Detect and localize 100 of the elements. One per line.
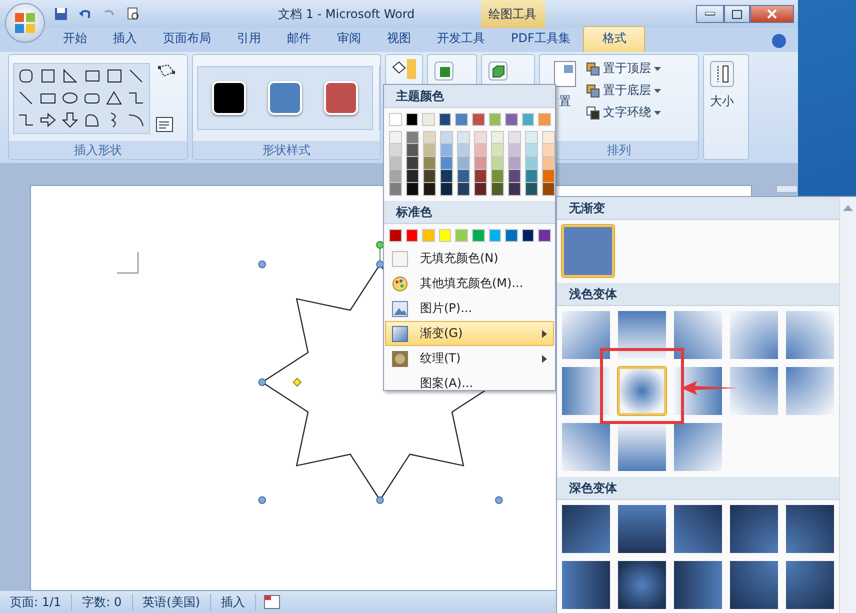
gradient-tile[interactable] [618, 505, 666, 553]
color-swatch[interactable] [505, 113, 518, 126]
gradient-tile[interactable] [786, 561, 834, 609]
color-swatch[interactable] [505, 229, 518, 242]
size-button[interactable]: 大小 [708, 59, 736, 112]
color-swatch[interactable] [438, 113, 452, 126]
ribbon-tab[interactable]: 页面布局 [150, 26, 224, 52]
color-swatch[interactable] [457, 183, 470, 196]
color-swatch[interactable] [440, 131, 453, 144]
arrange-menu-button[interactable]: 置于底层 [584, 81, 663, 100]
color-swatch[interactable] [423, 183, 436, 196]
ribbon-tab[interactable]: PDF工具集 [498, 26, 584, 52]
color-swatch[interactable] [457, 144, 470, 157]
rotation-handle[interactable] [376, 240, 384, 249]
menu-item[interactable]: 渐变(G) [385, 321, 554, 346]
color-swatch[interactable] [525, 131, 538, 144]
style-swatch[interactable] [324, 81, 358, 115]
gradient-tile[interactable] [618, 367, 666, 415]
color-swatch[interactable] [406, 157, 419, 170]
menu-item[interactable]: 其他填充颜色(M)... [385, 271, 554, 296]
color-swatch[interactable] [525, 157, 538, 170]
color-swatch[interactable] [440, 183, 453, 196]
ribbon-tab[interactable]: 开始 [50, 26, 100, 52]
ribbon-tab[interactable]: 插入 [100, 26, 150, 52]
selection-handle[interactable] [258, 496, 266, 504]
color-swatch[interactable] [406, 229, 418, 242]
selection-handle[interactable] [258, 378, 266, 386]
color-swatch[interactable] [438, 229, 452, 242]
color-swatch[interactable] [474, 183, 487, 196]
color-swatch[interactable] [389, 131, 402, 144]
color-swatch[interactable] [525, 183, 538, 196]
color-swatch[interactable] [406, 170, 419, 183]
color-swatch[interactable] [508, 157, 521, 170]
gradient-tile[interactable] [562, 311, 610, 359]
menu-item[interactable]: 无填充颜色(N) [385, 246, 554, 271]
color-swatch[interactable] [508, 170, 521, 183]
color-swatch[interactable] [488, 113, 502, 126]
edit-shape-icon[interactable] [156, 63, 178, 79]
adjustment-handle[interactable] [292, 378, 302, 387]
color-swatch[interactable] [474, 144, 487, 157]
color-swatch[interactable] [457, 170, 470, 183]
color-swatch[interactable] [457, 131, 470, 144]
selection-handle[interactable] [258, 260, 266, 268]
color-swatch[interactable] [455, 113, 468, 126]
color-swatch[interactable] [542, 131, 555, 144]
color-swatch[interactable] [538, 113, 551, 126]
gradient-tile[interactable] [786, 505, 834, 553]
color-swatch[interactable] [522, 229, 534, 242]
shape-icon[interactable] [105, 88, 124, 108]
color-swatch[interactable] [542, 157, 555, 170]
color-swatch[interactable] [406, 113, 418, 126]
gradient-tile[interactable] [786, 367, 834, 415]
color-swatch[interactable] [522, 113, 534, 126]
color-swatch[interactable] [491, 144, 504, 157]
color-swatch[interactable] [440, 170, 453, 183]
menu-item[interactable]: 纹理(T) [385, 346, 554, 371]
gradient-tile[interactable] [674, 561, 722, 609]
color-swatch[interactable] [508, 131, 521, 144]
shape-icon[interactable] [105, 66, 124, 86]
color-swatch[interactable] [542, 144, 555, 157]
color-swatch[interactable] [423, 157, 436, 170]
shapes-gallery[interactable] [13, 62, 150, 134]
color-swatch[interactable] [474, 170, 487, 183]
text-box-icon[interactable] [156, 117, 174, 133]
color-swatch[interactable] [538, 229, 551, 242]
gradient-tile[interactable] [730, 561, 778, 609]
gradient-tile[interactable] [730, 311, 778, 359]
color-swatch[interactable] [472, 113, 485, 126]
color-swatch[interactable] [457, 157, 470, 170]
color-swatch[interactable] [423, 131, 436, 144]
menu-item[interactable]: 图片(P)... [385, 296, 554, 321]
color-swatch[interactable] [474, 131, 487, 144]
gradient-tile[interactable] [562, 367, 610, 415]
color-swatch[interactable] [389, 157, 402, 170]
color-swatch[interactable] [525, 170, 538, 183]
gradient-tile[interactable] [562, 561, 610, 609]
menu-item[interactable]: 图案(A)... [385, 371, 554, 396]
color-swatch[interactable] [474, 157, 487, 170]
gradient-tile[interactable] [618, 423, 666, 471]
shape-icon[interactable] [39, 110, 58, 130]
color-swatch[interactable] [389, 113, 402, 126]
shape-icon[interactable] [61, 110, 80, 130]
close-button[interactable] [750, 5, 794, 23]
gradient-tile[interactable] [562, 225, 614, 277]
selection-handle[interactable] [376, 496, 384, 504]
ribbon-tab[interactable]: 开发工具 [424, 26, 498, 52]
color-swatch[interactable] [389, 170, 402, 183]
color-swatch[interactable] [389, 229, 402, 242]
gradient-tile[interactable] [562, 423, 610, 471]
color-swatch[interactable] [491, 170, 504, 183]
color-swatch[interactable] [406, 183, 419, 196]
color-swatch[interactable] [491, 183, 504, 196]
gradient-tile[interactable] [674, 311, 722, 359]
ribbon-tab[interactable]: 引用 [224, 26, 274, 52]
ribbon-tab[interactable]: 格式 [583, 26, 646, 52]
ribbon-tab[interactable]: 邮件 [274, 26, 324, 52]
save-icon[interactable] [52, 5, 70, 23]
color-swatch[interactable] [423, 144, 436, 157]
color-swatch[interactable] [389, 183, 402, 196]
arrange-menu-button[interactable]: 文字环绕 [584, 103, 663, 122]
